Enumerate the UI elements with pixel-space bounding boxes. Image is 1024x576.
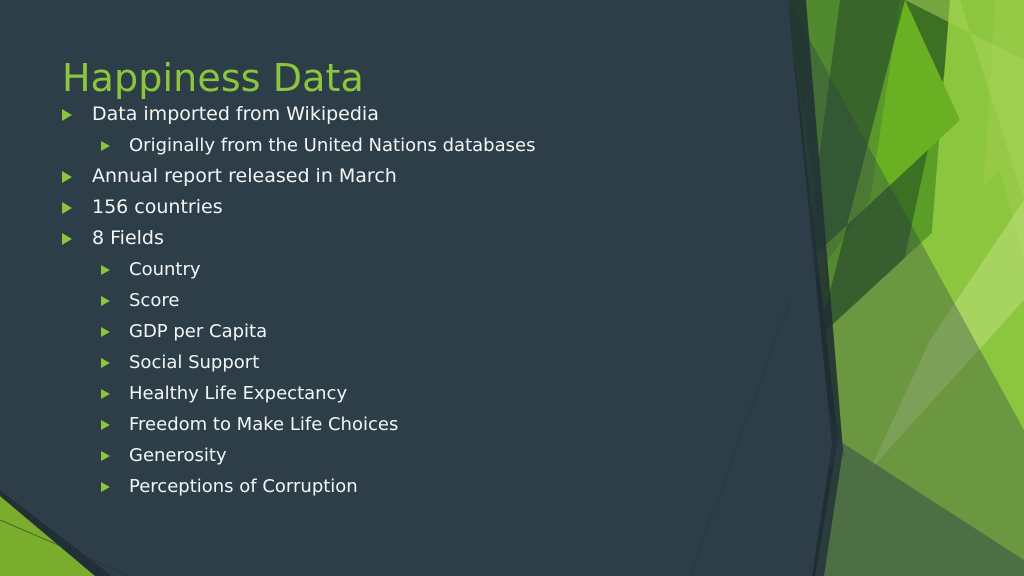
bullet-text: Score [129,290,180,311]
triangle-right-icon [62,109,72,121]
bullet-item-10: Healthy Life Expectancy [0,383,760,414]
slide-title: Happiness Data [62,56,364,100]
bullet-item-7: Score [0,290,760,321]
bullet-text: Generosity [129,445,227,466]
bullet-item-1: Data imported from Wikipedia [0,104,760,135]
triangle-right-icon [101,358,110,368]
bullet-item-2: Originally from the United Nations datab… [0,135,760,166]
bullet-item-3: Annual report released in March [0,166,760,197]
triangle-right-icon [101,451,110,461]
triangle-right-icon [101,327,110,337]
bullet-text: Social Support [129,352,260,373]
bullet-item-5: 8 Fields [0,228,760,259]
slide-content: Happiness Data Data imported from Wikipe… [0,0,1024,576]
presentation-slide: Happiness Data Data imported from Wikipe… [0,0,1024,576]
bullet-item-13: Perceptions of Corruption [0,476,760,507]
triangle-right-icon [101,296,110,306]
bullet-text: GDP per Capita [129,321,268,342]
triangle-right-icon [62,171,72,183]
triangle-right-icon [101,420,110,430]
triangle-right-icon [101,265,110,275]
bullet-item-11: Freedom to Make Life Choices [0,414,760,445]
bullet-text: Data imported from Wikipedia [92,103,379,125]
bullet-text: 8 Fields [92,227,164,249]
triangle-right-icon [101,389,110,399]
bullet-item-12: Generosity [0,445,760,476]
bullet-item-6: Country [0,259,760,290]
bullet-text: 156 countries [92,196,223,218]
triangle-right-icon [101,482,110,492]
triangle-right-icon [62,233,72,245]
triangle-right-icon [101,141,110,151]
bullet-text: Freedom to Make Life Choices [129,414,399,435]
bullet-text: Country [129,259,201,280]
bullet-text: Healthy Life Expectancy [129,383,348,404]
bullet-item-4: 156 countries [0,197,760,228]
bullet-text: Perceptions of Corruption [129,476,358,497]
bullet-item-9: Social Support [0,352,760,383]
triangle-right-icon [62,202,72,214]
bullet-text: Originally from the United Nations datab… [129,135,536,156]
bullet-item-8: GDP per Capita [0,321,760,352]
bullet-list: Data imported from Wikipedia Originally … [0,104,760,507]
bullet-text: Annual report released in March [92,165,397,187]
